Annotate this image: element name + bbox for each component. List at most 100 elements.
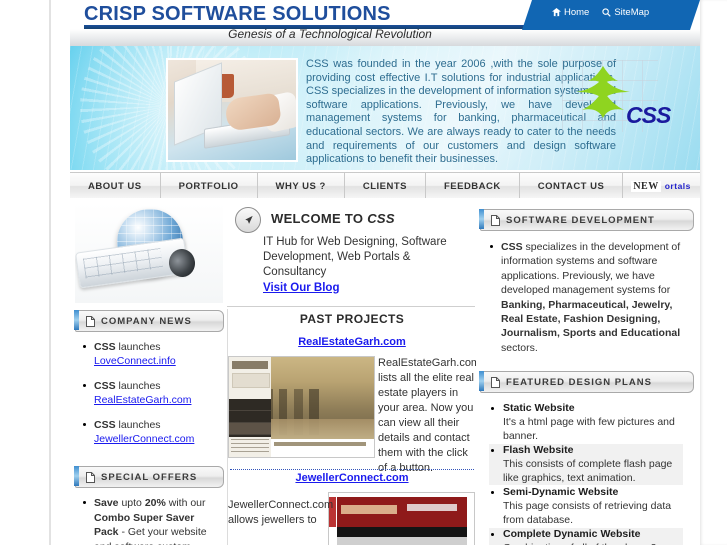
hero-banner: CSS was founded in the year 2006 ,with t…: [70, 46, 700, 170]
offer-text-2: with our: [165, 497, 206, 509]
content-columns: COMPANY NEWS CSS launches LoveConnect.in…: [70, 203, 700, 545]
sd-body-1: specializes in the development of inform…: [501, 241, 681, 297]
plan-name-flash: Flash Website: [503, 444, 574, 456]
project-row-jewellerconnect: JewellerConnect.com allows jewellers to: [228, 492, 476, 545]
project-separator: [230, 469, 474, 470]
project-description-jewellerconnect: JewellerConnect.com allows jewellers to: [228, 499, 334, 526]
document-icon: [86, 315, 95, 327]
special-offers-panel: SPECIAL OFFERS Save upto 20% with our Co…: [70, 466, 227, 545]
nav-item-feedback[interactable]: FEEDBACK: [426, 173, 520, 199]
project-description-realestategarh: RealEstateGarh.com lists all the elite r…: [378, 357, 476, 474]
offer-bold-save: Save: [94, 497, 119, 509]
news-prefix: CSS: [94, 419, 116, 431]
project-row-realestategarh: RealEstateGarh.com lists all the elite r…: [228, 356, 476, 474]
logo-wordmark: CSS: [626, 102, 671, 128]
welcome-title-prefix: WELCOME TO: [271, 211, 368, 226]
nav-item-why-us[interactable]: WHY US ?: [258, 173, 345, 199]
project-link-realestategarh[interactable]: RealEstateGarh.com: [228, 336, 476, 348]
document-icon: [491, 376, 500, 388]
search-icon: [602, 8, 612, 17]
project-screenshot-realestategarh: [228, 356, 375, 458]
nav-item-about-us[interactable]: ABOUT US: [70, 173, 161, 199]
hero-laptop-photo: [166, 58, 298, 162]
website-canvas: CRISP SOFTWARE SOLUTIONS Home SiteMap Ge…: [51, 0, 700, 545]
plan-name-complete-dynamic: Complete Dynamic Website: [503, 528, 641, 540]
sd-lead: CSS: [501, 241, 523, 253]
software-development-title: SOFTWARE DEVELOPMENT: [506, 214, 655, 226]
sd-body-2: sectors.: [501, 341, 538, 354]
plan-name-semi-dynamic: Semi-Dynamic Website: [503, 486, 619, 498]
project-screenshot-jewellerconnect: [328, 492, 475, 545]
list-item: CSS launches JewellerConnect.com: [82, 418, 217, 446]
plan-desc-flash: This consists of complete flash page lik…: [503, 458, 673, 484]
globe-blueprint-image: [75, 203, 223, 303]
nav-item-portfolio[interactable]: PORTFOLIO: [161, 173, 258, 199]
site-header: CRISP SOFTWARE SOLUTIONS Home SiteMap Ge…: [70, 0, 700, 46]
company-news-title: COMPANY NEWS: [101, 315, 192, 327]
plan-desc-static: It's a html page with few pictures and b…: [503, 416, 675, 442]
document-icon: [491, 214, 500, 226]
welcome-header: WELCOME TO CSS: [235, 207, 471, 233]
special-offers-body: Save upto 20% with our Combo Super Saver…: [70, 488, 227, 545]
topnav-label-home: Home: [564, 7, 590, 18]
top-navigation: Home SiteMap: [522, 0, 700, 30]
topnav-item-sitemap[interactable]: SiteMap: [602, 7, 649, 18]
list-item: CSS launches LoveConnect.info: [82, 340, 217, 368]
topnav-label-sitemap: SiteMap: [614, 7, 650, 18]
arrow-badge-icon: [235, 207, 261, 233]
welcome-title-emphasis: CSS: [367, 211, 395, 226]
nav-item-clients[interactable]: CLIENTS: [345, 173, 426, 199]
nav-item-contact-us[interactable]: CONTACT US: [520, 173, 624, 199]
news-text: launches: [115, 341, 161, 353]
page-frame: CRISP SOFTWARE SOLUTIONS Home SiteMap Ge…: [0, 0, 727, 545]
visit-blog-link[interactable]: Visit Our Blog: [263, 281, 339, 296]
sd-body-bold: Banking, Pharmaceutical, Jewelry, Real E…: [501, 298, 681, 340]
plan-desc-complete-dynamic: Combination of all of the above 3 plans: [503, 541, 683, 545]
past-projects-section: PAST PROJECTS RealEstateGarh.com RealEst…: [227, 309, 476, 545]
software-development-body: CSS specializes in the development of in…: [475, 231, 697, 363]
nav-item-portals[interactable]: NEW ortals: [623, 173, 699, 199]
document-icon: [86, 471, 95, 483]
list-item: Semi-Dynamic Website This page consists …: [489, 486, 683, 527]
offer-text-1: upto: [118, 497, 145, 509]
nav-item-portals-label: ortals: [664, 181, 691, 191]
news-text: launches: [115, 380, 161, 392]
list-item: Flash Website This consists of complete …: [489, 444, 683, 485]
special-offers-title: SPECIAL OFFERS: [101, 471, 198, 483]
company-news-header: COMPANY NEWS: [74, 310, 224, 332]
topnav-item-home[interactable]: Home: [552, 7, 589, 18]
welcome-title: WELCOME TO CSS: [271, 211, 395, 226]
site-tagline: Genesis of a Technological Revolution: [228, 27, 432, 41]
main-navigation: ABOUT US PORTFOLIO WHY US ? CLIENTS FEED…: [70, 172, 700, 200]
news-link-loveconnect[interactable]: LoveConnect.info: [94, 355, 176, 367]
news-prefix: CSS: [94, 341, 116, 353]
new-badge: NEW: [631, 180, 661, 192]
list-item: Static Website It's a html page with few…: [489, 402, 683, 443]
news-prefix: CSS: [94, 380, 116, 392]
company-news-body: CSS launches LoveConnect.info CSS launch…: [70, 332, 227, 461]
list-item: Complete Dynamic Website Combination of …: [489, 528, 683, 545]
home-icon: [552, 8, 561, 17]
news-text: launches: [115, 419, 161, 431]
offer-bold-percent: 20%: [144, 497, 166, 509]
featured-design-plans-body: Static Website It's a html page with few…: [475, 393, 697, 545]
software-development-panel: SOFTWARE DEVELOPMENT CSS specializes in …: [475, 209, 697, 363]
plan-desc-semi-dynamic: This page consists of retrieving data fr…: [503, 500, 672, 526]
past-projects-title: PAST PROJECTS: [299, 312, 405, 326]
featured-design-plans-title: FEATURED DESIGN PLANS: [506, 376, 652, 388]
news-link-realestategarh[interactable]: RealEstateGarh.com: [94, 394, 191, 406]
list-item: CSS specializes in the development of in…: [489, 240, 683, 355]
welcome-description: IT Hub for Web Designing, Software Devel…: [263, 236, 447, 278]
site-brand-title: CRISP SOFTWARE SOLUTIONS: [84, 3, 391, 25]
middle-divider: [227, 306, 475, 307]
list-item: Save upto 20% with our Combo Super Saver…: [82, 496, 217, 545]
welcome-body: IT Hub for Web Designing, Software Devel…: [263, 235, 475, 296]
company-news-panel: COMPANY NEWS CSS launches LoveConnect.in…: [70, 310, 227, 461]
featured-design-plans-header: FEATURED DESIGN PLANS: [479, 371, 694, 393]
news-link-jewellerconnect[interactable]: JewellerConnect.com: [94, 433, 194, 445]
special-offers-header: SPECIAL OFFERS: [74, 466, 224, 488]
plan-name-static: Static Website: [503, 402, 575, 414]
list-item: CSS launches RealEstateGarh.com: [82, 379, 217, 407]
company-logo: CSS: [562, 60, 690, 156]
left-gutter: [0, 0, 49, 545]
